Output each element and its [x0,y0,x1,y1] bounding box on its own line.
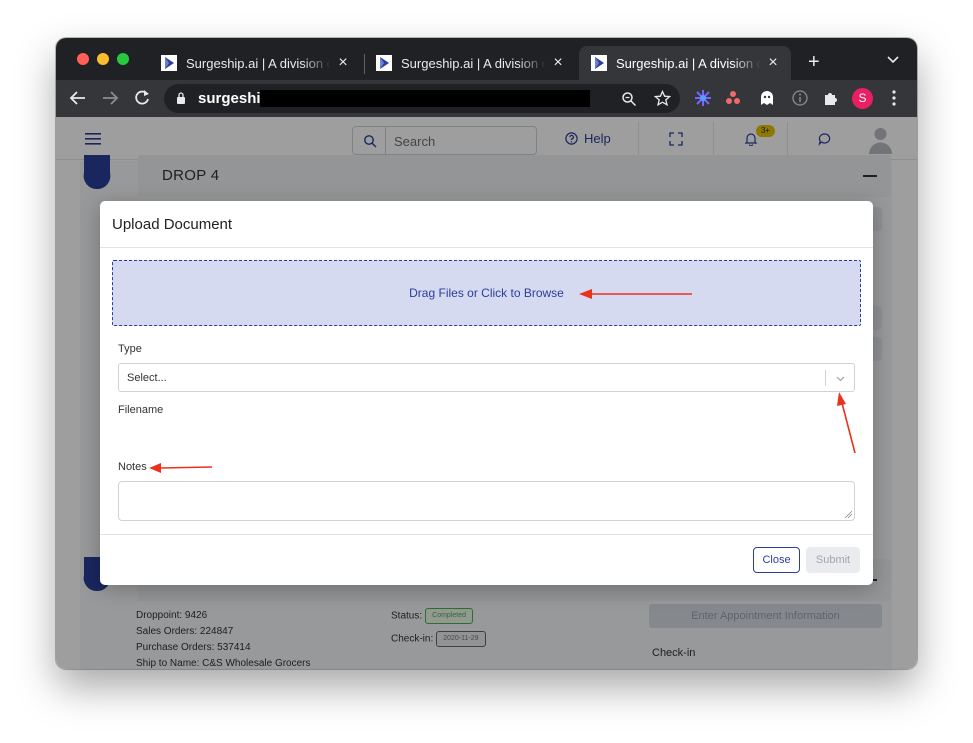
reload-icon[interactable] [132,88,152,108]
tab-close-icon[interactable]: × [335,55,351,71]
notes-textarea[interactable] [118,481,855,521]
notes-label: Notes [118,461,147,473]
browser-tab-2[interactable]: Surgeship.ai | A division of × [364,46,576,80]
file-dropzone[interactable]: Drag Files or Click to Browse [112,260,861,326]
browser-tab-3-active[interactable]: Surgeship.ai | A division of × [579,46,791,80]
browser-menu-icon[interactable] [892,90,896,106]
address-url: surgeship [198,90,270,107]
extension-info-icon[interactable] [791,89,809,107]
filename-label: Filename [118,404,164,416]
modal-title: Upload Document [112,216,233,233]
upload-document-modal: Upload Document Drag Files or Click to B… [100,201,873,585]
type-label: Type [118,343,142,355]
dropzone-label: Drag Files or Click to Browse [409,286,564,300]
browser-toolbar: surgeship S [56,80,917,117]
bookmark-star-icon[interactable] [654,90,671,107]
close-button[interactable]: Close [753,547,800,573]
modal-divider [100,247,873,248]
web-page: Search Help 3+ DROP 4 Droppoint: 9426 Sa… [56,117,917,669]
back-arrow-icon[interactable] [68,88,88,108]
lock-icon [177,92,185,104]
extension-ghost-icon[interactable] [758,89,776,107]
profile-avatar[interactable]: S [852,88,873,109]
surgeship-favicon-icon [591,55,607,71]
tab-close-icon[interactable]: × [765,55,781,71]
redacted-url-bar [260,90,590,107]
extension-sunburst-icon[interactable] [694,89,712,107]
forward-arrow-icon[interactable] [100,88,120,108]
surgeship-favicon-icon [161,55,177,71]
window-minimize-button[interactable] [97,53,109,65]
submit-button[interactable]: Submit [806,547,860,573]
resize-grip-icon[interactable] [844,510,852,518]
type-select[interactable]: Select... [118,363,855,392]
browser-tab-1[interactable]: Surgeship.ai | A division of × [149,46,361,80]
chevron-down-icon[interactable] [835,373,846,384]
extensions-puzzle-icon[interactable] [822,89,840,107]
new-tab-icon[interactable]: + [808,52,820,72]
tab-close-icon[interactable]: × [550,55,566,71]
tab-title: Surgeship.ai | A division of [616,55,761,71]
tab-title: Surgeship.ai | A division of [401,55,546,71]
modal-divider [100,534,873,535]
window-close-button[interactable] [77,53,89,65]
surgeship-favicon-icon [376,55,392,71]
browser-window: Surgeship.ai | A division of × Surgeship… [56,38,917,669]
address-bar[interactable]: surgeship [164,84,680,113]
extension-dots-icon[interactable] [724,89,742,107]
tab-title: Surgeship.ai | A division of [186,55,331,71]
window-zoom-button[interactable] [117,53,129,65]
select-divider [825,370,826,386]
type-select-value: Select... [127,372,167,384]
tab-search-chevron-icon[interactable] [886,53,900,67]
zoom-icon[interactable] [621,91,637,107]
tab-strip: Surgeship.ai | A division of × Surgeship… [56,38,917,80]
